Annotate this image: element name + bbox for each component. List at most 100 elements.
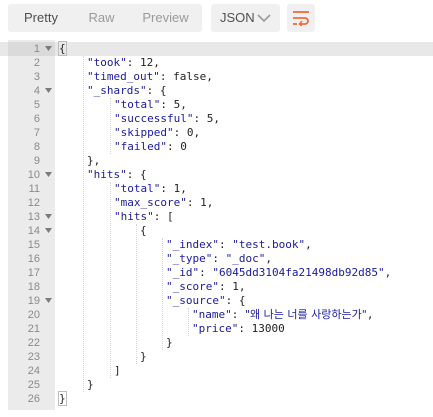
code-line[interactable]: 1{ <box>0 41 433 56</box>
json-punctuation: } <box>87 378 94 391</box>
format-select[interactable]: JSON <box>211 4 280 32</box>
json-punctuation: : false, <box>159 70 213 83</box>
code-text: "total": 5, <box>114 98 187 112</box>
code-line[interactable]: 19 "_source": { <box>0 294 433 308</box>
response-body-editor[interactable]: 1{2 "took": 12, 3 "timed_out": false, 4 "_sha… <box>0 40 433 417</box>
json-punctuation: : 5, <box>193 112 220 125</box>
line-number: 18 <box>27 281 40 293</box>
code-text: "_id": "6045dd3104fa21498db92d85", <box>166 266 391 280</box>
line-number-cell: 14 <box>8 224 55 238</box>
json-string-value: "왜 나는 너를 사랑하는가" <box>245 308 367 321</box>
code-line[interactable]: 4 "_shards": { <box>0 84 433 98</box>
code-line[interactable]: 13 "hits": [ <box>0 210 433 224</box>
code-line[interactable]: 3 "timed_out": false, <box>0 70 433 84</box>
indent-guide <box>110 98 111 154</box>
code-text: "failed": 0 <box>114 140 187 154</box>
json-key: "price" <box>192 322 239 335</box>
fold-arrow-icon[interactable] <box>45 172 52 178</box>
fold-arrow-icon[interactable] <box>45 298 52 304</box>
fold-arrow-icon[interactable] <box>45 214 52 220</box>
line-number-cell: 24 <box>8 364 55 378</box>
code-line[interactable]: 20 "name": "왜 나는 너를 사랑하는가", <box>0 308 433 322</box>
json-punctuation: : 12, <box>126 56 160 69</box>
code-line[interactable]: 22} <box>0 336 433 350</box>
code-line[interactable]: 17 "_id": "6045dd3104fa21498db92d85", <box>0 266 433 280</box>
code-line[interactable]: 6 "successful": 5, <box>0 112 433 126</box>
wrap-lines-button[interactable] <box>287 4 315 32</box>
code-line[interactable]: 25} <box>0 378 433 392</box>
code-line[interactable]: 8 "failed": 0 <box>0 140 433 154</box>
json-key: "took" <box>87 56 127 69</box>
line-number-cell: 2 <box>8 56 55 70</box>
json-punctuation: : <box>218 238 233 251</box>
code-line[interactable]: 12 "max_score": 1, <box>0 196 433 210</box>
json-key: "_source" <box>166 294 226 307</box>
tab-pretty[interactable]: Pretty <box>8 4 74 32</box>
line-number: 3 <box>33 71 40 83</box>
code-line[interactable]: 14 { <box>0 224 433 238</box>
indent-guide <box>136 224 137 364</box>
json-punctuation: : 0, <box>173 126 201 139</box>
line-number: 1 <box>33 43 40 55</box>
code-line[interactable]: 21 "price": 13000 <box>0 322 433 336</box>
code-line[interactable]: 26} <box>0 391 433 406</box>
json-key: "_type" <box>166 252 213 265</box>
json-punctuation: : <box>212 252 226 265</box>
json-punctuation: : 1, <box>186 196 214 209</box>
json-punctuation: : 0 <box>166 140 187 153</box>
line-number-cell: 5 <box>8 98 55 112</box>
line-number: 6 <box>33 113 40 125</box>
code-text: "name": "왜 나는 너를 사랑하는가", <box>192 308 373 322</box>
json-punctuation: : { <box>126 168 147 181</box>
line-number-cell: 25 <box>8 378 55 392</box>
json-punctuation: , <box>305 238 312 251</box>
code-line[interactable]: 11 "total": 1, <box>0 182 433 196</box>
code-text: } <box>140 350 147 364</box>
line-number-cell: 11 <box>8 182 55 196</box>
fold-arrow-icon[interactable] <box>45 228 52 234</box>
line-number: 2 <box>33 57 40 69</box>
code-line[interactable]: 18 "_score": 1, <box>0 280 433 294</box>
fold-arrow-icon[interactable] <box>45 88 52 94</box>
tab-preview[interactable]: Preview <box>129 4 202 32</box>
line-number: 5 <box>33 99 40 111</box>
json-punctuation: , <box>265 252 272 265</box>
json-punctuation: ] <box>114 364 121 377</box>
json-punctuation: , <box>366 308 374 321</box>
view-mode-tabs: Pretty Raw Preview <box>8 4 202 32</box>
code-line[interactable]: 10 "hits": { <box>0 168 433 182</box>
json-key: "total" <box>114 98 161 111</box>
line-number-cell: 18 <box>8 280 55 294</box>
line-number-cell: 4 <box>8 84 55 98</box>
line-number: 16 <box>27 253 40 265</box>
code-line[interactable]: 16 "_type": "_doc", <box>0 252 433 266</box>
code-text: "max_score": 1, <box>114 196 213 210</box>
code-line[interactable]: 9}, <box>0 154 433 168</box>
line-number-cell: 7 <box>8 126 55 140</box>
code-line[interactable]: 15 "_index": "test.book", <box>0 238 433 252</box>
line-number-cell: 17 <box>8 266 55 280</box>
line-number: 4 <box>33 85 40 97</box>
code-line[interactable]: 23} <box>0 350 433 364</box>
line-number-cell: 3 <box>8 70 55 84</box>
code-line[interactable]: 5 "total": 5, <box>0 98 433 112</box>
code-line[interactable]: 7 "skipped": 0, <box>0 126 433 140</box>
line-number-cell: 16 <box>8 252 55 266</box>
line-number: 14 <box>27 225 40 237</box>
json-punctuation: : <box>199 266 213 279</box>
fold-arrow-icon[interactable] <box>45 46 52 52</box>
code-text: { <box>58 41 67 56</box>
line-number-cell: 20 <box>8 308 55 322</box>
code-text: "timed_out": false, <box>87 70 213 84</box>
json-key: "skipped" <box>114 126 174 139</box>
code-line[interactable]: 2 "took": 12, <box>0 56 433 70</box>
code-line[interactable]: 24] <box>0 364 433 378</box>
code-text: "total": 1, <box>114 182 187 196</box>
json-key: "hits" <box>114 210 154 223</box>
json-punctuation: { <box>140 224 147 237</box>
line-number-cell: 6 <box>8 112 55 126</box>
line-number-cell: 12 <box>8 196 55 210</box>
json-string-value: "test.book" <box>232 238 306 251</box>
json-key: "hits" <box>87 168 127 181</box>
tab-raw[interactable]: Raw <box>74 4 129 32</box>
